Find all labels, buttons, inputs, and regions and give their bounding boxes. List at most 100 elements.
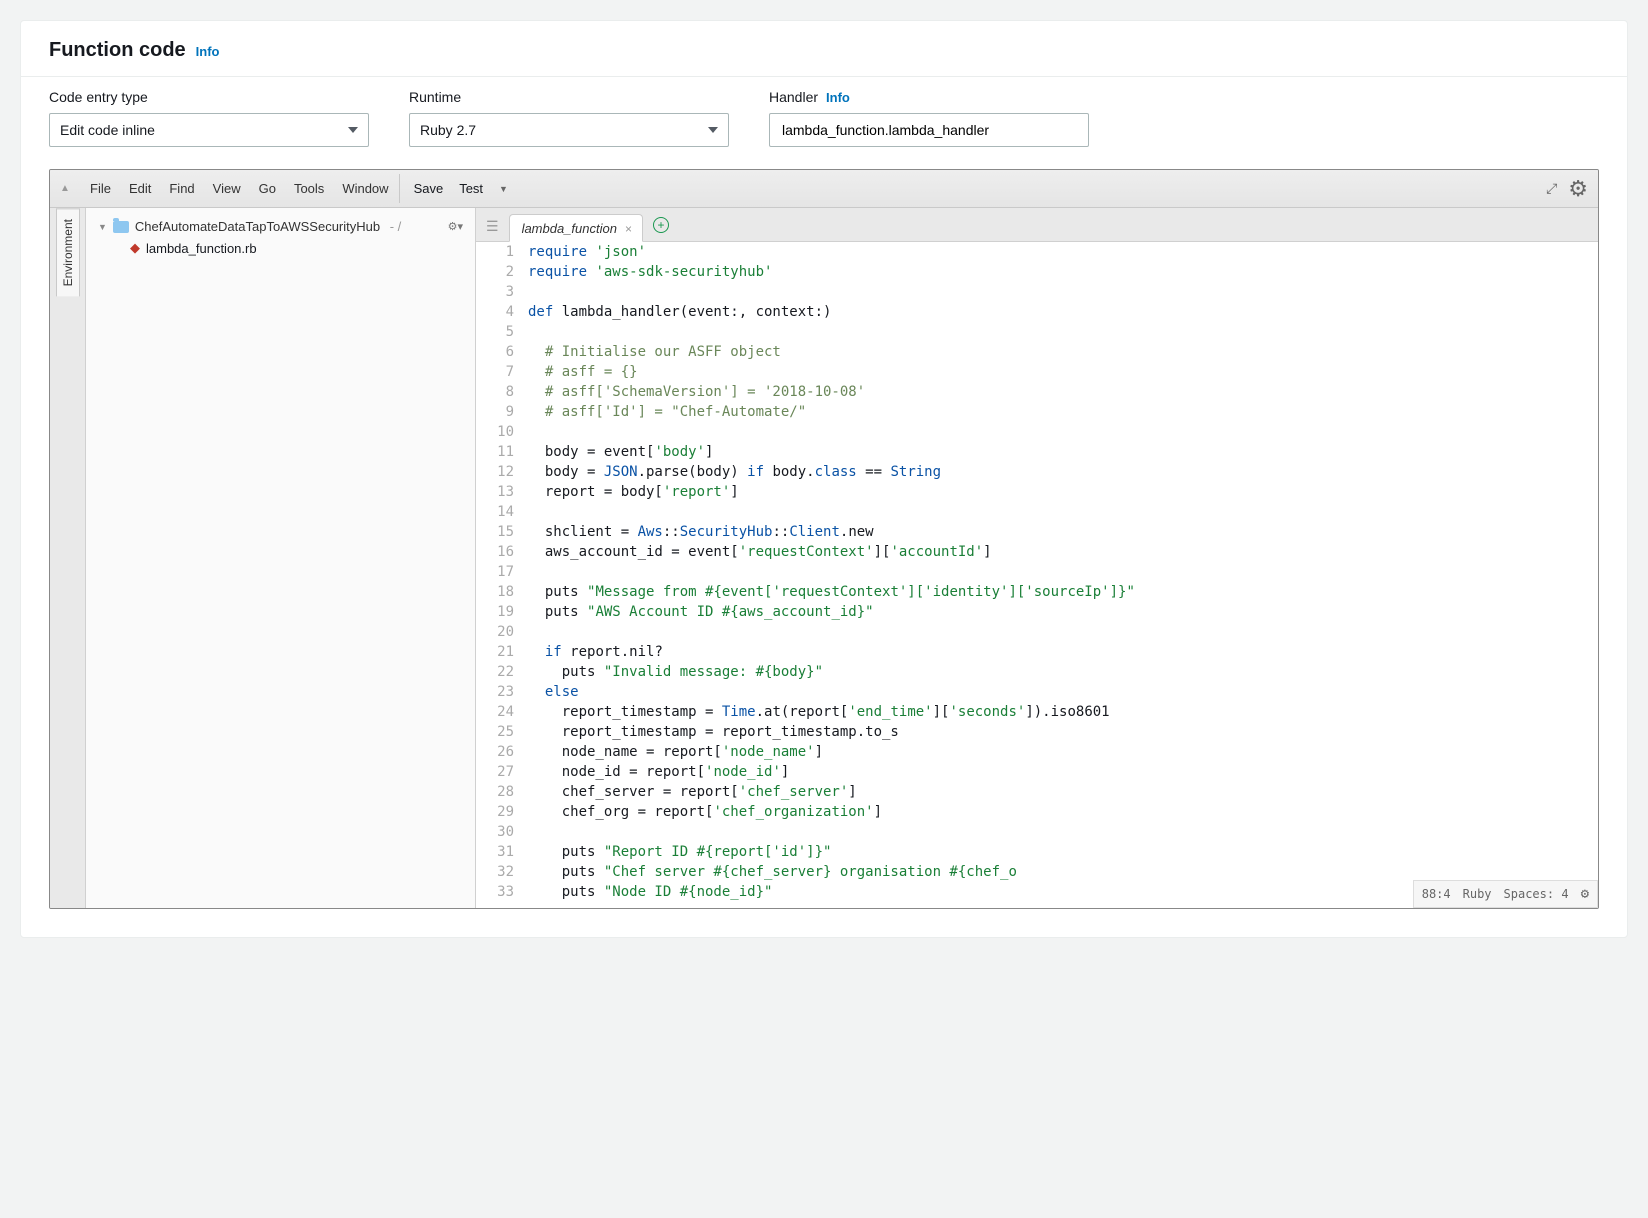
code-line[interactable]: # asff['Id'] = "Chef-Automate/" — [524, 402, 806, 422]
line-number: 11 — [476, 442, 524, 462]
code-line[interactable] — [524, 622, 528, 642]
line-number: 2 — [476, 262, 524, 282]
code-line[interactable]: puts "Invalid message: #{body}" — [524, 662, 823, 682]
code-line[interactable]: # asff = {} — [524, 362, 638, 382]
code-line[interactable]: require 'aws-sdk-securityhub' — [524, 262, 772, 282]
line-number: 25 — [476, 722, 524, 742]
line-number: 23 — [476, 682, 524, 702]
code-entry-label: Code entry type — [49, 89, 369, 105]
line-number: 19 — [476, 602, 524, 622]
line-number: 8 — [476, 382, 524, 402]
menu-find[interactable]: Find — [169, 181, 194, 196]
line-number: 5 — [476, 322, 524, 342]
runtime-label: Runtime — [409, 89, 729, 105]
gear-icon[interactable]: ⚙ — [1568, 176, 1588, 202]
fullscreen-icon[interactable]: ⤢ — [1546, 180, 1556, 197]
code-line[interactable]: puts "Report ID #{report['id']}" — [524, 842, 831, 862]
code-line[interactable]: chef_server = report['chef_server'] — [524, 782, 857, 802]
handler-input[interactable] — [780, 121, 1078, 139]
code-line[interactable]: puts "Message from #{event['requestConte… — [524, 582, 1135, 602]
line-number: 31 — [476, 842, 524, 862]
editor-menubar: File Edit Find View Go Tools Window — [80, 170, 399, 207]
close-icon[interactable]: × — [625, 222, 632, 236]
code-line[interactable]: shclient = Aws::SecurityHub::Client.new — [524, 522, 874, 542]
line-number: 22 — [476, 662, 524, 682]
chevron-down-icon: ▼ — [98, 222, 107, 232]
gear-icon[interactable]: ⚙▾ — [448, 220, 463, 233]
section-title: Function code — [49, 39, 186, 62]
line-number: 12 — [476, 462, 524, 482]
folder-icon — [113, 221, 129, 233]
add-tab-icon[interactable]: + — [653, 217, 669, 233]
menu-file[interactable]: File — [90, 181, 111, 196]
gear-icon[interactable]: ⚙ — [1581, 884, 1589, 904]
menu-window[interactable]: Window — [342, 181, 388, 196]
code-line[interactable]: node_id = report['node_id'] — [524, 762, 789, 782]
file-name: lambda_function.rb — [146, 241, 257, 256]
code-line[interactable]: report_timestamp = report_timestamp.to_s — [524, 722, 899, 742]
code-entry-value: Edit code inline — [60, 122, 155, 138]
editor-tab-label: lambda_function — [522, 221, 617, 236]
code-line[interactable] — [524, 502, 528, 522]
info-link[interactable]: Info — [196, 44, 220, 59]
code-line[interactable]: body = JSON.parse(body) if body.class ==… — [524, 462, 941, 482]
menu-view[interactable]: View — [213, 181, 241, 196]
tree-project-row[interactable]: ▼ ChefAutomateDataTapToAWSSecurityHub - … — [94, 216, 467, 237]
code-line[interactable]: require 'json' — [524, 242, 646, 262]
code-editor: ▲ File Edit Find View Go Tools Window Sa… — [49, 169, 1599, 909]
line-number: 15 — [476, 522, 524, 542]
line-number: 14 — [476, 502, 524, 522]
code-line[interactable]: node_name = report['node_name'] — [524, 742, 823, 762]
code-line[interactable]: def lambda_handler(event:, context:) — [524, 302, 831, 322]
runtime-select[interactable]: Ruby 2.7 — [409, 113, 729, 147]
line-number: 28 — [476, 782, 524, 802]
code-line[interactable]: # Initialise our ASFF object — [524, 342, 781, 362]
handler-input-wrap — [769, 113, 1089, 147]
line-number: 9 — [476, 402, 524, 422]
code-line[interactable] — [524, 562, 528, 582]
handler-info-link[interactable]: Info — [826, 90, 850, 105]
line-number: 26 — [476, 742, 524, 762]
code-entry-select[interactable]: Edit code inline — [49, 113, 369, 147]
line-number: 6 — [476, 342, 524, 362]
editor-status-bar: 88:4 Ruby Spaces: 4 ⚙ — [1413, 880, 1598, 908]
code-line[interactable] — [524, 322, 528, 342]
file-tree: ▼ ChefAutomateDataTapToAWSSecurityHub - … — [86, 208, 476, 908]
code-line[interactable]: report_timestamp = Time.at(report['end_t… — [524, 702, 1110, 722]
line-number: 16 — [476, 542, 524, 562]
chevron-down-icon — [348, 127, 358, 133]
menu-tools[interactable]: Tools — [294, 181, 324, 196]
code-line[interactable]: puts "Node ID #{node_id}" — [524, 882, 772, 902]
line-number: 24 — [476, 702, 524, 722]
code-line[interactable]: report = body['report'] — [524, 482, 739, 502]
code-line[interactable]: if report.nil? — [524, 642, 663, 662]
line-number: 10 — [476, 422, 524, 442]
menu-edit[interactable]: Edit — [129, 181, 151, 196]
tab-list-icon[interactable]: ☰ — [486, 218, 499, 235]
code-line[interactable] — [524, 282, 528, 302]
tree-file-row[interactable]: ◆ lambda_function.rb — [94, 237, 467, 259]
line-number: 33 — [476, 882, 524, 902]
code-line[interactable] — [524, 822, 528, 842]
code-line[interactable] — [524, 422, 528, 442]
test-dropdown-icon[interactable]: ▼ — [499, 184, 508, 194]
code-line[interactable]: aws_account_id = event['requestContext']… — [524, 542, 992, 562]
line-number: 13 — [476, 482, 524, 502]
handler-label: Handler — [769, 89, 818, 105]
code-line[interactable]: puts "AWS Account ID #{aws_account_id}" — [524, 602, 874, 622]
code-line[interactable]: else — [524, 682, 579, 702]
collapse-tree-icon[interactable]: ▲ — [50, 170, 80, 207]
code-line[interactable]: # asff['SchemaVersion'] = '2018-10-08' — [524, 382, 865, 402]
code-line[interactable]: puts "Chef server #{chef_server} organis… — [524, 862, 1017, 882]
sidebar-tab-environment[interactable]: Environment — [56, 208, 80, 296]
code-line[interactable]: body = event['body'] — [524, 442, 713, 462]
line-number: 1 — [476, 242, 524, 262]
save-button[interactable]: Save — [414, 181, 444, 196]
line-number: 4 — [476, 302, 524, 322]
line-number: 32 — [476, 862, 524, 882]
test-button[interactable]: Test — [459, 181, 483, 196]
menu-go[interactable]: Go — [259, 181, 276, 196]
editor-tab[interactable]: lambda_function × — [509, 214, 643, 242]
code-line[interactable]: chef_org = report['chef_organization'] — [524, 802, 882, 822]
code-textarea[interactable]: 1require 'json'2require 'aws-sdk-securit… — [476, 242, 1598, 908]
